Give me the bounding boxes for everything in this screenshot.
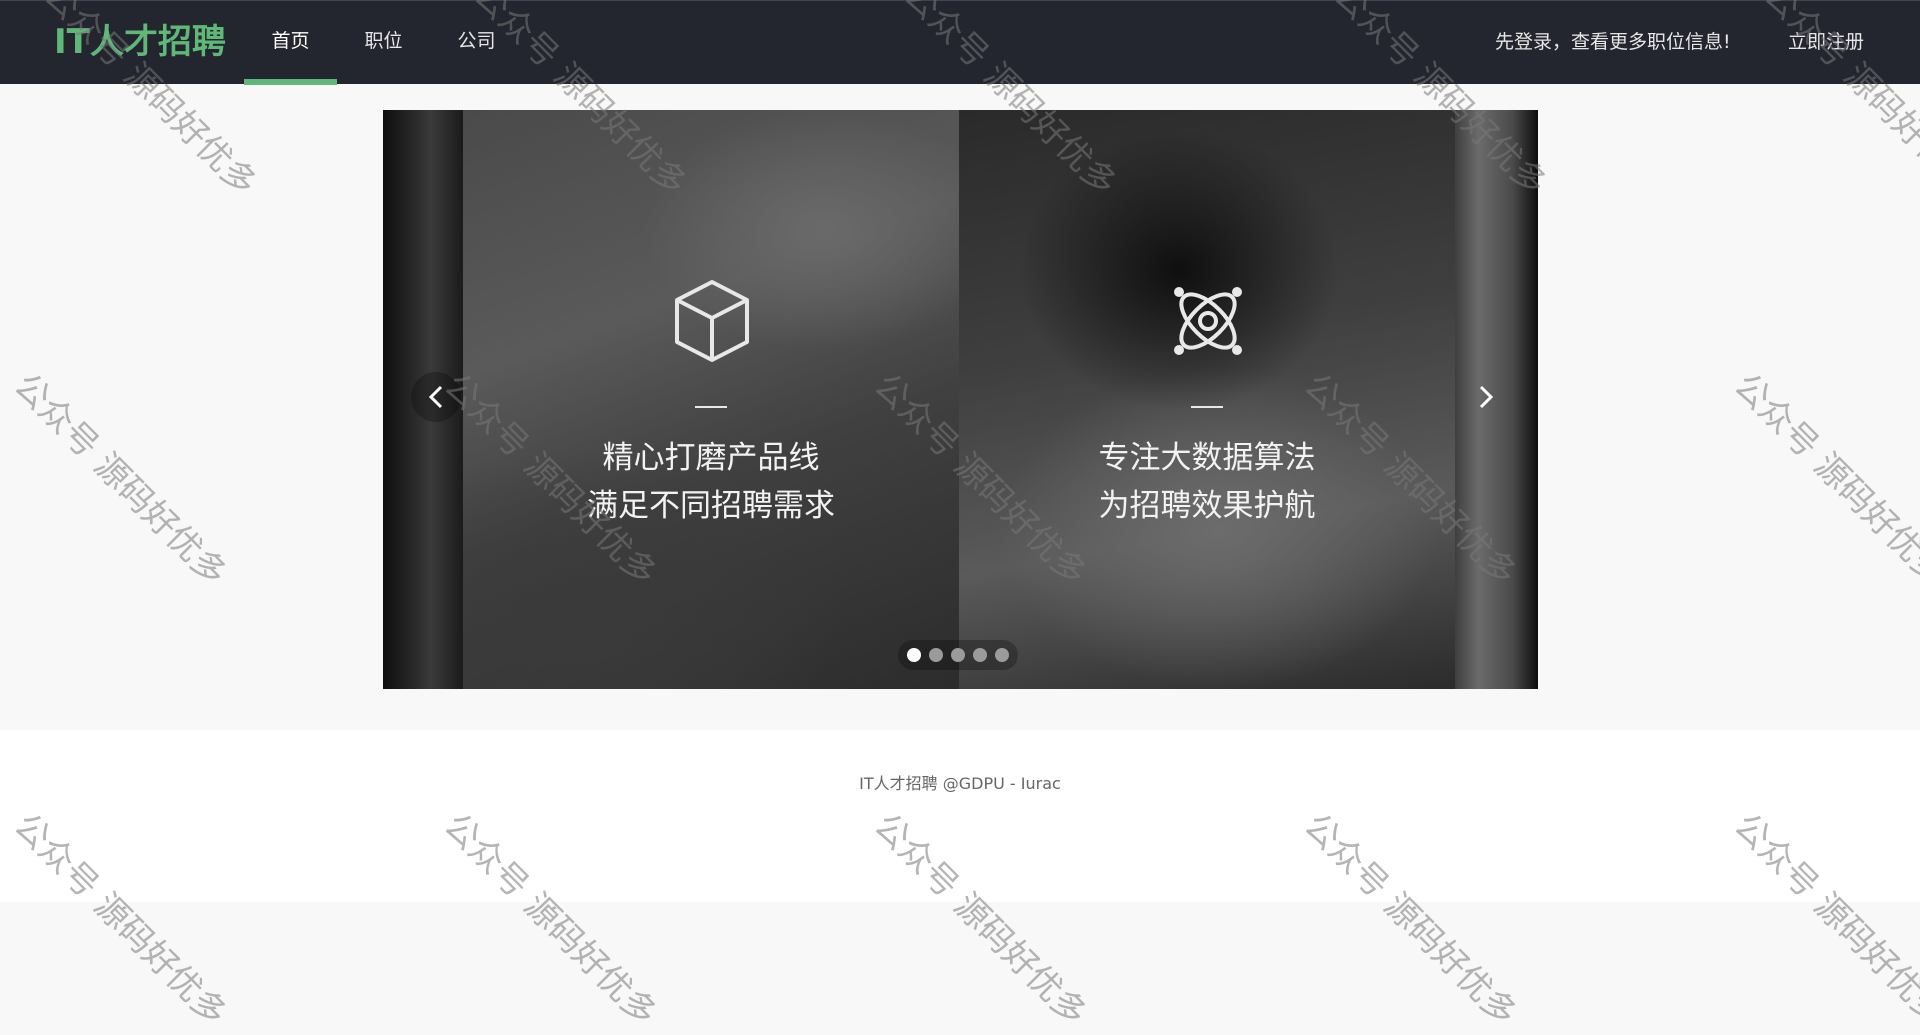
slide-heading: 专注大数据算法 <box>1098 440 1316 476</box>
slide-heading: 精心打磨产品线 <box>602 440 820 476</box>
slide-subheading: 为招聘效果护航 <box>1098 488 1316 524</box>
atom-icon <box>1174 287 1242 355</box>
carousel-slide: 专注大数据算法 为招聘效果护航 <box>959 110 1455 689</box>
carousel-indicator[interactable] <box>929 648 943 662</box>
register-link[interactable]: 立即注册 <box>1788 27 1864 57</box>
login-link[interactable]: 先登录，查看更多职位信息! <box>1495 27 1731 57</box>
slide-divider <box>1191 406 1223 408</box>
nav-jobs[interactable]: 职位 <box>337 1 430 85</box>
nav-companies[interactable]: 公司 <box>430 1 523 85</box>
carousel-prev-button[interactable] <box>411 372 461 422</box>
carousel-indicator[interactable] <box>951 648 965 662</box>
carousel-indicator[interactable] <box>973 648 987 662</box>
slide-divider <box>695 406 727 408</box>
top-nav-bar: IT人才招聘 首页 职位 公司 先登录，查看更多职位信息! 立即注册 <box>0 0 1920 85</box>
watermark: 公众号 源码好优多 <box>1726 365 1920 594</box>
carousel-slide: 精心打磨产品线 满足不同招聘需求 <box>463 110 959 689</box>
chevron-right-icon <box>1479 385 1494 409</box>
footer-copyright: IT人才招聘 @GDPU - Iurac <box>859 774 1061 793</box>
nav-home[interactable]: 首页 <box>244 1 337 85</box>
carousel-indicator[interactable] <box>907 648 921 662</box>
hero-carousel: 精心打磨产品线 满足不同招聘需求 专注大数据算法 为招聘效果护航 <box>383 110 1538 689</box>
site-logo[interactable]: IT人才招聘 <box>54 21 226 63</box>
slide-subheading: 满足不同招聘需求 <box>587 488 835 524</box>
watermark: 公众号 源码好优多 <box>6 365 235 594</box>
carousel-indicators <box>898 640 1018 670</box>
carousel-next-button[interactable] <box>1461 372 1511 422</box>
footer: IT人才招聘 @GDPU - Iurac <box>0 730 1920 902</box>
chevron-left-icon <box>428 385 443 409</box>
carousel-indicator[interactable] <box>995 648 1009 662</box>
main-nav: 首页 职位 公司 <box>244 1 523 85</box>
cube-icon <box>675 280 749 362</box>
